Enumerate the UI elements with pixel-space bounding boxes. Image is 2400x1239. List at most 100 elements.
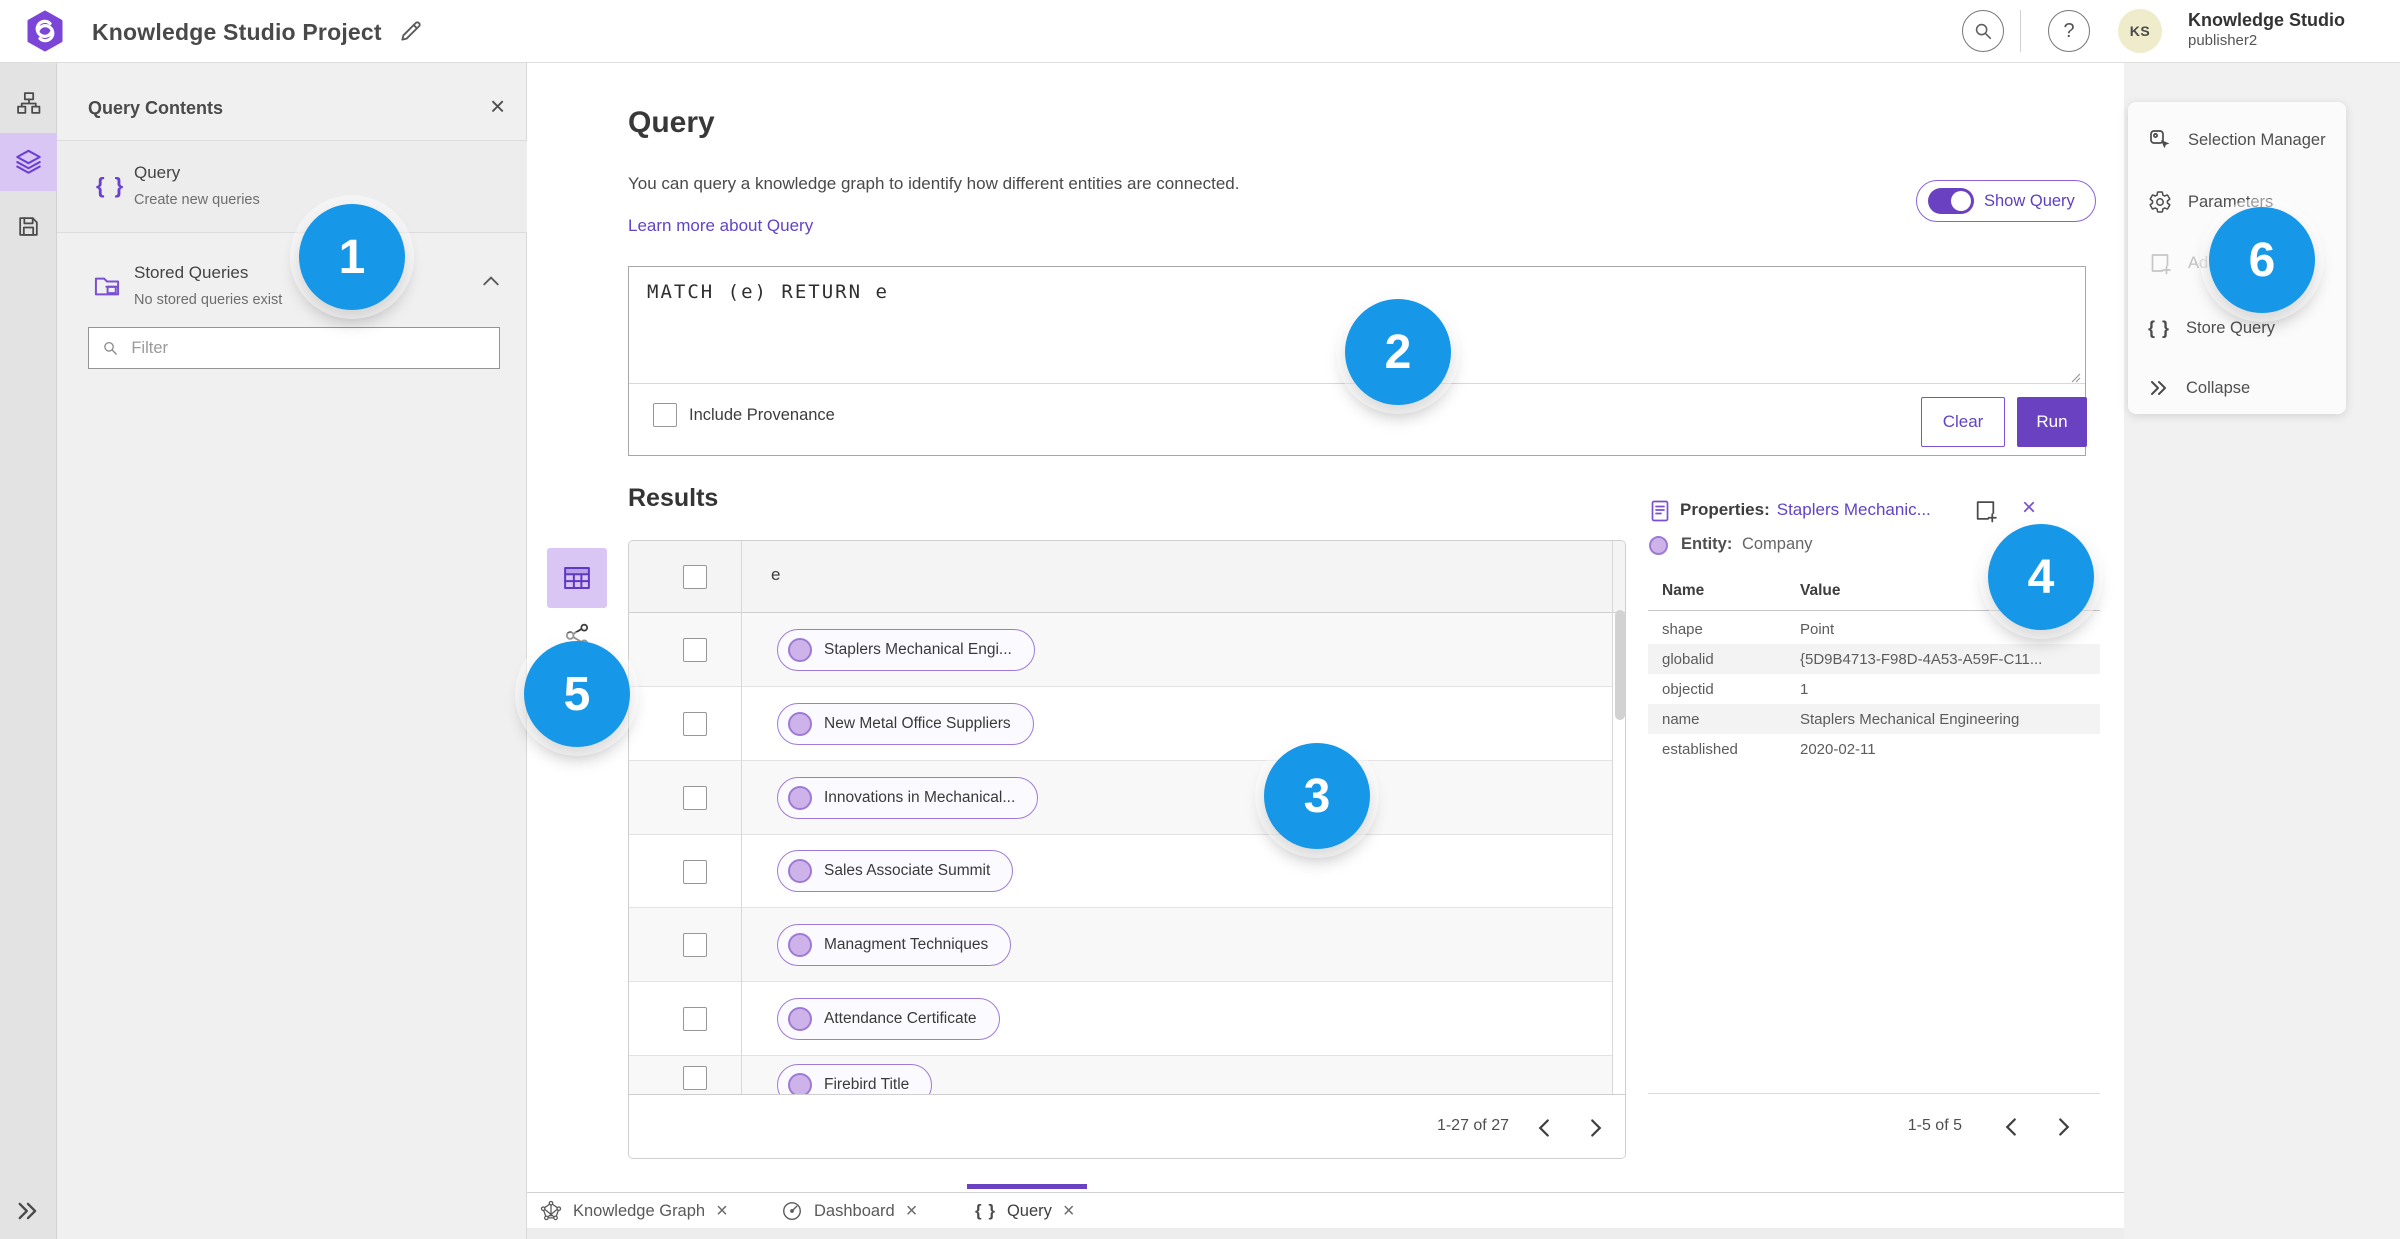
menu-item-store-query[interactable]: { } Store Query xyxy=(2128,308,2346,348)
results-next-page-button[interactable] xyxy=(1579,1111,1613,1145)
rail-expand-button[interactable] xyxy=(15,1200,41,1222)
tab-dashboard[interactable]: Dashboard × xyxy=(781,1197,917,1225)
property-row: name Staplers Mechanical Engineering xyxy=(1648,704,2100,734)
entity-pill[interactable]: Innovations in Mechanical... xyxy=(777,777,1039,819)
table-row[interactable]: Sales Associate Summit xyxy=(629,835,1612,908)
add-to-new-button[interactable] xyxy=(1973,498,1998,523)
tab-close-icon[interactable]: × xyxy=(1063,1201,1075,1221)
table-view-button[interactable] xyxy=(547,548,607,608)
app-window: Knowledge Studio Project ? KS Knowledge … xyxy=(0,0,2400,1239)
results-range: 1-27 of 27 xyxy=(1436,1117,1509,1134)
query-code-input[interactable]: MATCH (e) RETURN e xyxy=(647,281,889,303)
property-name: name xyxy=(1662,710,1700,728)
query-item-title: Query xyxy=(134,163,181,182)
tab-query[interactable]: { } Query × xyxy=(975,1197,1075,1225)
close-icon: × xyxy=(2022,494,2037,521)
entity-pill[interactable]: Attendance Certificate xyxy=(777,998,1000,1040)
properties-header: Properties: Staplers Mechanic... xyxy=(1680,500,1931,520)
scrollbar-thumb[interactable] xyxy=(1615,610,1625,720)
table-row[interactable]: New Metal Office Suppliers xyxy=(629,687,1612,761)
rail-item-link-chart[interactable] xyxy=(16,91,41,116)
user-block[interactable]: Knowledge Studio publisher2 xyxy=(2188,10,2345,49)
close-icon: × xyxy=(490,91,506,121)
results-prev-page-button[interactable] xyxy=(1527,1111,1561,1145)
entity-pill[interactable]: Managment Techniques xyxy=(777,924,1012,966)
row-checkbox[interactable] xyxy=(683,860,707,884)
chevron-right-icon xyxy=(2059,1118,2070,1136)
entity-row: Entity: Company xyxy=(1681,535,1813,554)
panel-close-button[interactable]: × xyxy=(490,93,505,119)
active-tab-indicator xyxy=(967,1184,1087,1189)
app-logo[interactable] xyxy=(24,10,66,52)
property-value: 1 xyxy=(1800,680,1809,698)
entity-pill-label: Firebird Title xyxy=(824,1076,910,1093)
column-header-e: e xyxy=(771,565,781,584)
menu-item-label: Selection Manager xyxy=(2188,130,2326,149)
entity-pill[interactable]: Staplers Mechanical Engi... xyxy=(777,629,1035,671)
table-row[interactable]: Staplers Mechanical Engi... xyxy=(629,613,1612,687)
query-item-subtitle: Create new queries xyxy=(134,192,260,208)
search-button[interactable] xyxy=(1962,10,2004,52)
tab-close-icon[interactable]: × xyxy=(906,1201,918,1221)
table-row[interactable]: Managment Techniques xyxy=(629,908,1612,982)
properties-close-button[interactable]: × xyxy=(2022,494,2036,522)
rail-item-save[interactable] xyxy=(16,214,41,239)
row-checkbox[interactable] xyxy=(683,933,707,957)
resize-grip-icon[interactable] xyxy=(2069,371,2081,383)
user-avatar[interactable]: KS xyxy=(2118,9,2162,53)
row-checkbox[interactable] xyxy=(683,638,707,662)
clear-button[interactable]: Clear xyxy=(1921,397,2005,447)
entity-type-icon xyxy=(788,712,812,736)
entity-pill[interactable]: Sales Associate Summit xyxy=(777,850,1014,892)
user-name: Knowledge Studio xyxy=(2188,10,2345,30)
selected-entity-link[interactable]: Staplers Mechanic... xyxy=(1777,500,1931,520)
property-value: {5D9B4713-F98D-4A53-A59F-C11... xyxy=(1800,650,2043,668)
row-checkbox[interactable] xyxy=(683,712,707,736)
select-all-checkbox[interactable] xyxy=(683,565,707,589)
show-query-toggle[interactable]: Show Query xyxy=(1916,180,2096,222)
property-row: established 2020-02-11 xyxy=(1648,734,2100,764)
rail-item-layers[interactable] xyxy=(15,148,42,175)
stored-queries-item[interactable]: Stored Queries No stored queries exist xyxy=(57,247,527,335)
table-row[interactable]: Firebird Title xyxy=(629,1056,1612,1094)
entity-type-icon xyxy=(1649,536,1668,555)
topbar-divider xyxy=(2020,10,2021,52)
annotation-number: 4 xyxy=(2027,550,2055,604)
annotation-number: 3 xyxy=(1303,769,1331,823)
menu-item-collapse[interactable]: Collapse xyxy=(2128,368,2346,408)
help-button[interactable]: ? xyxy=(2048,10,2090,52)
table-row[interactable]: Innovations in Mechanical... xyxy=(629,761,1612,835)
query-heading: Query xyxy=(628,106,715,139)
prop-col-value: Value xyxy=(1800,582,1841,599)
double-chevron-right-icon xyxy=(18,1202,37,1220)
menu-item-label: Store Query xyxy=(2186,318,2275,337)
tab-knowledge-graph[interactable]: Knowledge Graph × xyxy=(540,1197,728,1225)
properties-title: Properties: xyxy=(1680,500,1770,519)
braces-icon: { } xyxy=(96,173,126,198)
menu-item-selection-manager[interactable]: Selection Manager xyxy=(2128,120,2346,160)
query-item[interactable]: { } Query Create new queries xyxy=(57,141,527,233)
row-checkbox[interactable] xyxy=(683,1066,707,1090)
caret-up-icon[interactable] xyxy=(482,275,500,287)
include-provenance-checkbox[interactable] xyxy=(653,403,677,427)
user-role: publisher2 xyxy=(2188,32,2258,49)
entity-type: Company xyxy=(1741,535,1813,553)
properties-prev-page-button[interactable] xyxy=(1994,1110,2028,1144)
row-checkbox[interactable] xyxy=(683,786,707,810)
layers-icon xyxy=(16,149,41,174)
properties-next-page-button[interactable] xyxy=(2047,1110,2081,1144)
edit-title-button[interactable] xyxy=(398,18,424,44)
table-scrollbar[interactable] xyxy=(1612,541,1625,1094)
prop-col-name: Name xyxy=(1662,582,1705,599)
run-button[interactable]: Run xyxy=(2017,397,2087,447)
annotation-number: 5 xyxy=(563,667,591,721)
learn-more-link[interactable]: Learn more about Query xyxy=(628,216,813,236)
tab-label: Query xyxy=(1006,1201,1052,1220)
entity-pill[interactable]: New Metal Office Suppliers xyxy=(777,703,1034,745)
row-checkbox[interactable] xyxy=(683,1007,707,1031)
tab-close-icon[interactable]: × xyxy=(716,1201,728,1221)
filter-input[interactable] xyxy=(129,337,487,359)
results-table: e Staplers Mechanical Engi... New Metal … xyxy=(628,540,1626,1159)
table-row[interactable]: Attendance Certificate xyxy=(629,982,1612,1056)
entity-pill[interactable]: Firebird Title xyxy=(777,1064,933,1094)
